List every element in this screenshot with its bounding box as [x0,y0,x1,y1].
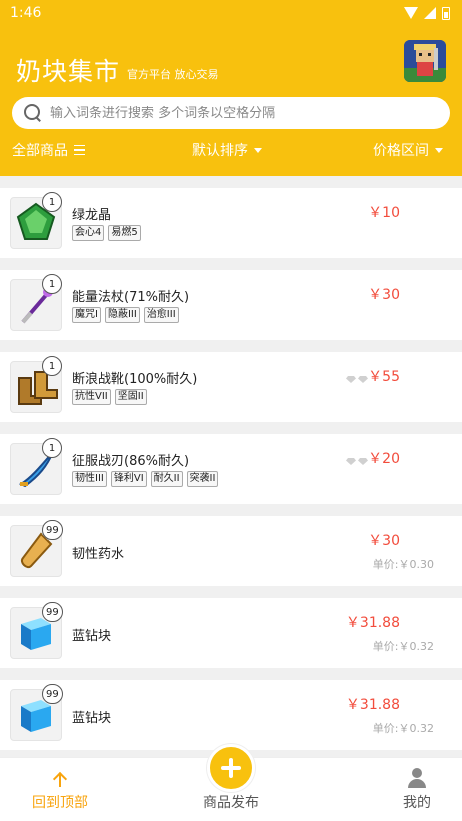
item-name: 蓝钻块 [72,629,112,644]
item-unit-price: 单价:￥0.30 [372,558,434,571]
list-item[interactable]: 1 征服战刃(86%耐久) 韧性III 锋利VI 耐久II 突袭II ￥20 [0,434,462,504]
item-count-badge: 1 [42,192,62,212]
title-bar: 奶块集市 官方平台 放心交易 [0,38,462,94]
item-unit-price: 单价:￥0.32 [372,722,434,735]
user-icon [407,768,427,788]
item-price: ￥30 [368,533,400,549]
item-tags: 韧性III 锋利VI 耐久II 突袭II [72,471,219,487]
avatar[interactable] [404,40,446,82]
item-price: ￥20 [368,451,400,467]
list-item[interactable]: 99 蓝钻块 ￥31.88 单价:￥0.32 [0,680,462,750]
filter-bar: 全部商品 默认排序 价格区间 [0,138,462,162]
list-item[interactable]: 1 断浪战靴(100%耐久) 抗性VII 坚固II ￥55 [0,352,462,422]
item-tags: 会心4 易燃5 [72,225,141,241]
item-tag: 坚固II [114,389,147,405]
app-title: 奶块集市 [16,57,121,86]
list-item[interactable]: 1 能量法杖(71%耐久) 魔咒I 隐蔽III 治愈III ￥30 [0,270,462,340]
item-count-badge: 1 [42,356,62,376]
signal-icon [424,7,436,19]
item-name: 绿龙晶 [72,208,112,223]
item-count-badge: 1 [42,438,62,458]
me-label: 我的 [403,795,431,811]
publish-tab[interactable]: 商品发布 [191,758,271,821]
item-tags: 抗性VII 坚固II [72,389,147,405]
item-tag: 韧性III [72,471,107,487]
item-count-badge: 99 [42,520,63,540]
filter-price-label: 价格区间 [373,143,429,159]
status-time: 1:46 [10,5,42,21]
item-count-badge: 1 [42,274,62,294]
filter-all-products[interactable]: 全部商品 [12,140,85,160]
app-subtitle: 官方平台 放心交易 [127,68,219,81]
item-tag: 锋利VI [110,471,147,487]
item-tag: 耐久II [150,471,183,487]
caret-down-icon [435,147,443,153]
item-price: ￥10 [368,205,400,221]
search-icon [24,104,42,122]
item-tag: 抗性VII [72,389,111,405]
bottom-nav: 回到顶部 商品发布 我的 [0,744,462,821]
item-tag: 魔咒I [72,307,101,323]
caret-down-icon [254,147,262,153]
item-tag: 会心4 [72,225,105,241]
item-name: 断浪战靴(100%耐久) [72,372,198,387]
item-unit-price: 单价:￥0.32 [372,640,434,653]
search-bar[interactable] [12,97,450,129]
filter-all-label: 全部商品 [12,143,68,159]
list-item[interactable]: 99 韧性药水 ￥30 单价:￥0.30 [0,516,462,586]
back-to-top-button[interactable]: 回到顶部 [20,758,100,821]
filter-price-range[interactable]: 价格区间 [373,140,443,160]
app-header: 1:46 奶块集市 官方平台 放心交易 全部商 [0,0,462,176]
list-item[interactable]: 99 蓝钻块 ￥31.88 单价:￥0.32 [0,598,462,668]
item-price: ￥55 [368,369,400,385]
item-price: ￥31.88 [345,697,400,713]
filter-sort-label: 默认排序 [192,143,248,159]
item-name: 蓝钻块 [72,711,112,726]
item-name: 征服战刃(86%耐久) [72,454,190,469]
me-tab[interactable]: 我的 [377,758,457,821]
item-tag: 易燃5 [108,225,141,241]
item-tags: 魔咒I 隐蔽III 治愈III [72,307,179,323]
arrow-up-icon [53,772,67,788]
item-name: 韧性药水 [72,547,125,562]
item-count-badge: 99 [42,602,63,622]
item-tag: 突袭II [186,471,219,487]
battery-icon [442,6,450,20]
diamond-rating-icon [346,458,368,465]
status-icons [404,6,450,20]
item-tag: 隐蔽III [104,307,140,323]
search-input[interactable] [50,105,430,121]
list-item[interactable]: 1 绿龙晶 会心4 易燃5 ￥10 [0,188,462,258]
item-price: ￥30 [368,287,400,303]
back-to-top-label: 回到顶部 [32,795,88,811]
filter-default-sort[interactable]: 默认排序 [192,140,262,160]
item-name: 能量法杖(71%耐久) [72,290,190,305]
wifi-icon [404,7,418,19]
item-price: ￥31.88 [345,615,400,631]
menu-lines-icon [74,145,85,155]
publish-label: 商品发布 [203,795,259,811]
diamond-rating-icon [346,376,368,383]
status-bar: 1:46 [0,0,462,26]
item-count-badge: 99 [42,684,63,704]
item-tag: 治愈III [143,307,179,323]
